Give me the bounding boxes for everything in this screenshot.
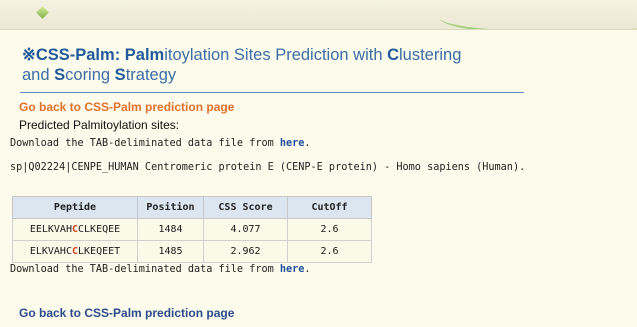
download-here-link-bottom[interactable]: here bbox=[280, 264, 305, 275]
table-row: EELKVAHCCLKEQEE 1484 4.077 2.6 bbox=[12, 218, 372, 241]
header-css-score: CSS Score bbox=[203, 196, 288, 219]
cutoff-cell: 2.6 bbox=[287, 218, 372, 241]
title-divider bbox=[20, 92, 524, 93]
position-cell: 1484 bbox=[137, 218, 204, 241]
table-header-row: Peptide Position CSS Score CutOff bbox=[12, 196, 372, 219]
banner-swoosh bbox=[440, 0, 637, 29]
header-peptide: Peptide bbox=[12, 196, 138, 219]
position-cell: 1485 bbox=[137, 240, 204, 263]
download-here-link-top[interactable]: here bbox=[280, 138, 305, 149]
cutoff-cell: 2.6 bbox=[287, 240, 372, 263]
back-to-prediction-link-bottom[interactable]: Go back to CSS-Palm prediction page bbox=[19, 306, 234, 320]
page-title: ※CSS-Palm: Palmitoylation Sites Predicti… bbox=[22, 45, 542, 85]
score-cell: 4.077 bbox=[203, 218, 288, 241]
table-row: ELKVAHCCLKEQEET 1485 2.962 2.6 bbox=[12, 240, 372, 263]
protein-description: sp|Q02224|CENPE_HUMAN Centromeric protei… bbox=[10, 162, 526, 173]
header-position: Position bbox=[137, 196, 204, 219]
back-to-prediction-link-top[interactable]: Go back to CSS-Palm prediction page bbox=[19, 100, 234, 114]
peptide-cell: ELKVAHCCLKEQEET bbox=[12, 240, 138, 263]
green-diamond-icon bbox=[36, 6, 49, 19]
title-prefix-icon: ※ bbox=[22, 46, 36, 64]
title-line-2: and Scoring Strategy bbox=[22, 66, 177, 84]
score-cell: 2.962 bbox=[203, 240, 288, 263]
title-line-1: ※CSS-Palm: Palmitoylation Sites Predicti… bbox=[22, 46, 462, 64]
header-cutoff: CutOff bbox=[287, 196, 372, 219]
results-table: Peptide Position CSS Score CutOff EELKVA… bbox=[12, 196, 372, 263]
download-line-top: Download the TAB-deliminated data file f… bbox=[10, 138, 311, 149]
download-line-bottom: Download the TAB-deliminated data file f… bbox=[10, 264, 311, 275]
top-banner bbox=[0, 0, 637, 30]
peptide-cell: EELKVAHCCLKEQEE bbox=[12, 218, 138, 241]
predicted-sites-label: Predicted Palmitoylation sites: bbox=[19, 118, 180, 132]
